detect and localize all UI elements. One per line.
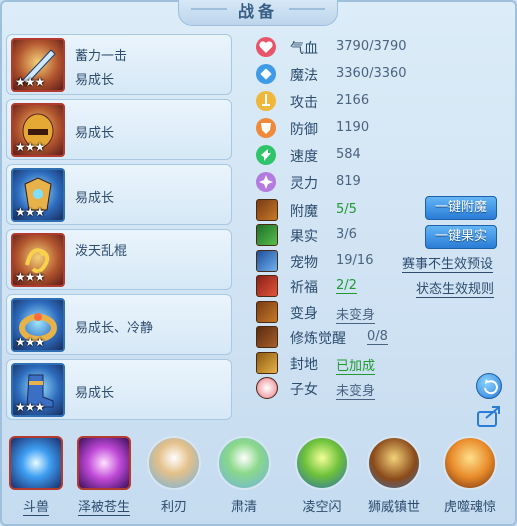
one-click-enchant-button[interactable]: 一键附魔 xyxy=(425,196,497,220)
share-icon[interactable] xyxy=(476,404,504,428)
stat-defense: 防御 1190 xyxy=(256,115,506,142)
diamond-icon xyxy=(256,64,276,84)
attr-children: 子女 未变身 xyxy=(256,376,506,401)
purge-icon xyxy=(217,436,271,490)
sword-icon xyxy=(256,91,276,111)
skill-item[interactable]: 斗兽 xyxy=(4,436,68,516)
equipment-trait: 易成长 xyxy=(75,386,115,401)
blessing-skill-icon xyxy=(77,436,131,490)
lion-icon xyxy=(367,436,421,490)
skill-item[interactable]: 虎噬魂惊 xyxy=(438,436,502,515)
blessing-icon xyxy=(256,275,278,297)
attr-blessing: 祈福 2/2 状态生效规则 xyxy=(256,274,506,299)
equipment-slot-2[interactable]: ★★★ 易成长 xyxy=(6,99,232,160)
speed-icon xyxy=(256,145,276,165)
air-dash-icon xyxy=(295,436,349,490)
equipment-slot-5[interactable]: ★★★ 易成长、冷静 xyxy=(6,294,232,355)
attr-fief: 封地 已加成 xyxy=(256,351,506,376)
stat-speed: 速度 584 xyxy=(256,142,506,169)
panel-title: 战备 xyxy=(178,0,338,26)
equipment-name: 泼天乱棍 xyxy=(75,244,128,259)
blade-icon xyxy=(147,436,201,490)
pet-icon xyxy=(256,250,278,272)
helmet-icon: ★★★ xyxy=(11,103,65,157)
heart-icon xyxy=(256,37,276,57)
equipment-trait: 易成长、冷静 xyxy=(75,321,154,336)
skill-item[interactable]: 凌空闪 xyxy=(290,436,354,515)
equipment-slot-4[interactable]: ★★★ 泼天乱棍 xyxy=(6,229,232,290)
equipment-trait: 易成长 xyxy=(75,191,115,206)
skill-item[interactable]: 泽被苍生 xyxy=(72,436,136,516)
tiger-icon xyxy=(443,436,497,490)
equipment-trait: 易成长 xyxy=(75,73,115,88)
skills-bar: 斗兽 泽被苍生 利刃 肃清 凌空闪 狮威镇世 虎噬魂惊 xyxy=(0,432,517,526)
skill-item[interactable]: 狮威镇世 xyxy=(362,436,426,515)
ring-icon: ★★★ xyxy=(11,298,65,352)
armor-icon: ★★★ xyxy=(11,168,65,222)
stat-attack: 攻击 2166 xyxy=(256,88,506,115)
equipment-name: 蓄力一击 xyxy=(75,49,128,64)
cultivation-icon xyxy=(256,326,278,348)
stat-hp: 气血 3790/3790 xyxy=(256,34,506,61)
beast-fight-icon xyxy=(9,436,63,490)
status-rules-link[interactable]: 状态生效规则 xyxy=(416,278,495,298)
equipment-trait: 易成长 xyxy=(75,126,115,141)
fief-icon xyxy=(256,352,278,374)
child-icon xyxy=(256,377,278,399)
attr-transform: 变身 未变身 xyxy=(256,300,506,325)
stat-mp: 魔法 3360/3360 xyxy=(256,61,506,88)
equipment-slot-6[interactable]: ★★★ 易成长 xyxy=(6,359,232,420)
enchant-icon xyxy=(256,199,278,221)
equipment-list: ★★★ 蓄力一击 易成长 ★★★ 易成长 ★★★ 易成长 ★★★ 泼天乱棍 ★★… xyxy=(6,34,232,424)
skill-item[interactable]: 肃清 xyxy=(212,436,276,515)
one-click-fruit-button[interactable]: 一键果实 xyxy=(425,225,497,249)
equipment-slot-1[interactable]: ★★★ 蓄力一击 易成长 xyxy=(6,34,232,95)
fruit-icon xyxy=(256,224,278,246)
stat-spirit: 灵力 819 xyxy=(256,169,506,196)
spirit-icon xyxy=(256,172,276,192)
attr-pet: 宠物 19/16 赛事不生效预设 xyxy=(256,249,506,274)
skill-item[interactable]: 利刃 xyxy=(142,436,206,515)
boots-icon: ★★★ xyxy=(11,363,65,417)
attr-cultivation: 修炼觉醒 0/8 xyxy=(256,325,506,350)
stats-list: 气血 3790/3790 魔法 3360/3360 攻击 2166 防御 119… xyxy=(256,34,506,196)
equipment-slot-3[interactable]: ★★★ 易成长 xyxy=(6,164,232,225)
sword-weapon-icon: ★★★ xyxy=(11,38,65,92)
dragon-charm-icon: ★★★ xyxy=(11,233,65,287)
event-preset-link[interactable]: 赛事不生效预设 xyxy=(402,253,494,273)
shield-icon xyxy=(256,118,276,138)
transform-icon xyxy=(256,301,278,323)
refresh-icon[interactable] xyxy=(476,373,502,399)
